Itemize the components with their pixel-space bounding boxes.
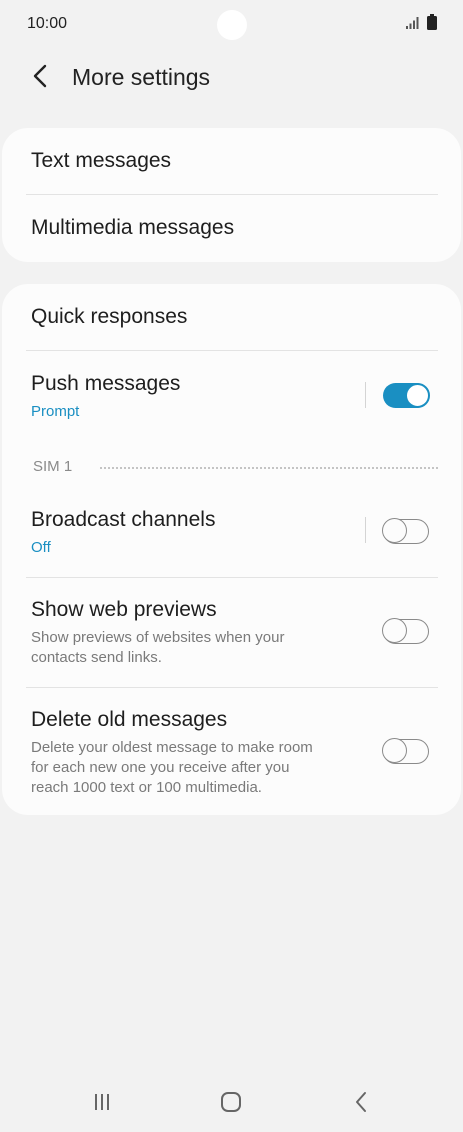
chevron-left-icon: [33, 64, 47, 88]
text-messages-label: Text messages: [31, 149, 172, 172]
description-line: Show previews of websites when your: [31, 629, 285, 646]
section-divider: [100, 467, 438, 469]
sim-section-header: SIM 1: [33, 458, 73, 475]
push-messages-status: Prompt: [31, 403, 80, 420]
show-web-previews-toggle[interactable]: [382, 618, 429, 644]
delete-old-messages-description: Delete your oldest message to make room …: [31, 738, 361, 798]
messages-card: Text messages Multimedia messages: [2, 128, 461, 262]
nav-back-button[interactable]: [341, 1086, 381, 1118]
toggle-knob: [405, 383, 430, 408]
navigation-bar: [0, 1074, 463, 1132]
quick-responses-item[interactable]: Quick responses: [2, 284, 461, 350]
multimedia-messages-item[interactable]: Multimedia messages: [2, 195, 461, 262]
toggle-knob: [382, 518, 408, 544]
toggle-knob: [382, 738, 408, 764]
recent-apps-icon: [95, 1094, 109, 1110]
back-button[interactable]: [24, 60, 56, 92]
delete-old-messages-item[interactable]: Delete old messages Delete your oldest m…: [2, 688, 461, 815]
push-messages-toggle[interactable]: [383, 383, 430, 408]
separator: [365, 517, 366, 543]
app-header: More settings: [0, 50, 463, 106]
show-web-previews-item[interactable]: Show web previews Show previews of websi…: [2, 578, 461, 687]
text-messages-item[interactable]: Text messages: [2, 128, 461, 194]
description-line: Delete your oldest message to make room: [31, 739, 313, 756]
show-web-previews-description: Show previews of websites when your cont…: [31, 628, 361, 668]
page-title: More settings: [72, 64, 211, 90]
quick-responses-label: Quick responses: [31, 305, 188, 328]
broadcast-channels-label: Broadcast channels: [31, 508, 216, 531]
home-icon: [221, 1092, 241, 1112]
nav-back-icon: [356, 1092, 366, 1112]
description-line: contacts send links.: [31, 649, 162, 666]
broadcast-channels-status: Off: [31, 539, 51, 556]
push-messages-label: Push messages: [31, 372, 181, 395]
signal-icon: [406, 17, 419, 29]
battery-icon: [427, 14, 437, 30]
recent-apps-button[interactable]: [82, 1086, 122, 1118]
screen: 10:00 More settings Text messages Multim…: [0, 0, 463, 1132]
delete-old-messages-toggle[interactable]: [382, 738, 429, 764]
status-time: 10:00: [27, 15, 68, 32]
delete-old-messages-label: Delete old messages: [31, 708, 228, 731]
front-camera: [217, 10, 247, 40]
toggle-knob: [382, 618, 408, 644]
multimedia-messages-label: Multimedia messages: [31, 216, 235, 239]
separator: [365, 382, 366, 408]
settings-card: Quick responses Push messages Prompt SIM…: [2, 284, 461, 815]
description-line: reach 1000 text or 100 multimedia.: [31, 779, 262, 796]
status-bar: 10:00: [0, 0, 463, 50]
broadcast-channels-toggle[interactable]: [382, 518, 429, 544]
home-button[interactable]: [211, 1086, 251, 1118]
push-messages-item[interactable]: Push messages Prompt: [2, 351, 461, 441]
description-line: for each new one you receive after you: [31, 759, 290, 776]
broadcast-channels-item[interactable]: Broadcast channels Off: [2, 487, 461, 577]
show-web-previews-label: Show web previews: [31, 598, 217, 621]
